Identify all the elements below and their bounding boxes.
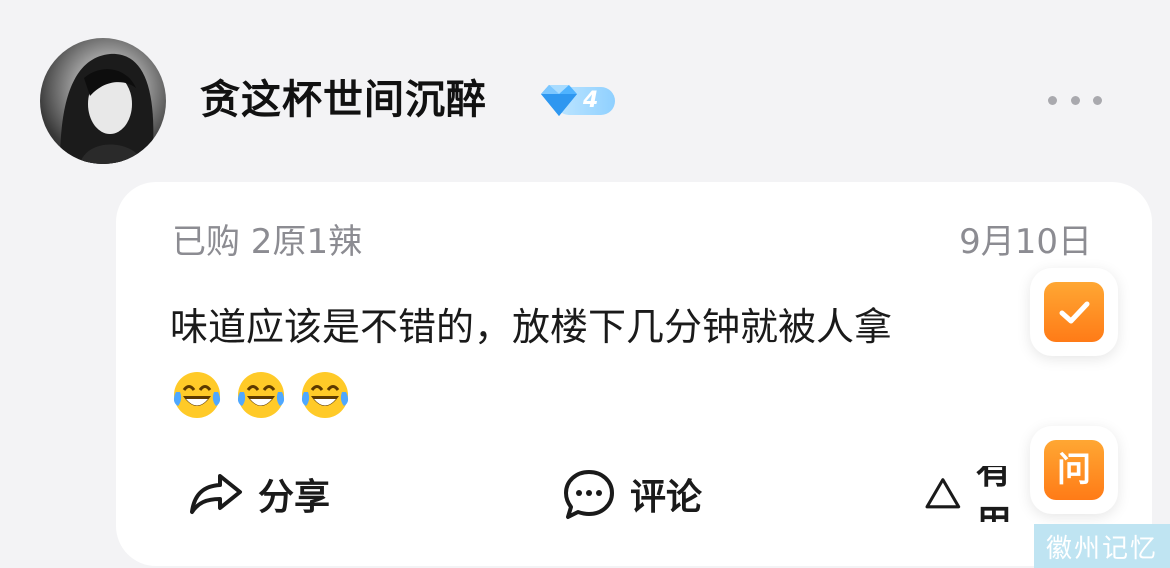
comment-button[interactable]: 评论 <box>562 466 702 522</box>
avatar[interactable] <box>40 38 166 164</box>
useful-label: 有用 <box>975 466 1012 522</box>
comment-label: 评论 <box>630 477 703 518</box>
review-text[interactable]: 味道应该是不错的，放楼下几分钟就被人拿 <box>170 302 1032 352</box>
share-icon <box>190 474 242 514</box>
purchase-info: 已购 2原1辣 <box>172 222 363 262</box>
laugh-cry-emoji <box>237 372 285 418</box>
ask-label: 问 <box>1057 450 1091 490</box>
useful-button[interactable]: 有用 <box>924 466 1030 522</box>
laugh-cry-emoji <box>301 372 349 418</box>
more-dot-icon <box>1048 95 1057 105</box>
checklist-icon-bg <box>1044 282 1104 342</box>
emoji-row <box>170 368 352 424</box>
avatar-image <box>60 53 154 164</box>
ask-float-button[interactable]: 问 <box>1030 426 1118 514</box>
level-number: 4 <box>583 88 599 113</box>
checkmark-icon <box>1059 301 1090 324</box>
review-date: 9月10日 <box>959 222 1092 262</box>
checklist-float-button[interactable] <box>1030 268 1118 356</box>
share-button[interactable]: 分享 <box>188 466 330 522</box>
more-dot-icon <box>1070 95 1080 105</box>
laugh-cry-emoji <box>173 372 221 418</box>
level-badge: 4 <box>537 82 617 120</box>
triangle-icon <box>925 478 961 509</box>
more-dot-icon <box>1093 95 1102 105</box>
ask-icon-bg: 问 <box>1044 440 1104 500</box>
comment-icon <box>564 470 614 519</box>
share-label: 分享 <box>258 477 331 518</box>
username[interactable]: 贪这杯世间沉醉 <box>200 74 487 126</box>
watermark: 徽州记忆 <box>1034 524 1170 568</box>
diamond-icon <box>541 85 577 116</box>
more-options-button[interactable] <box>1048 88 1102 112</box>
